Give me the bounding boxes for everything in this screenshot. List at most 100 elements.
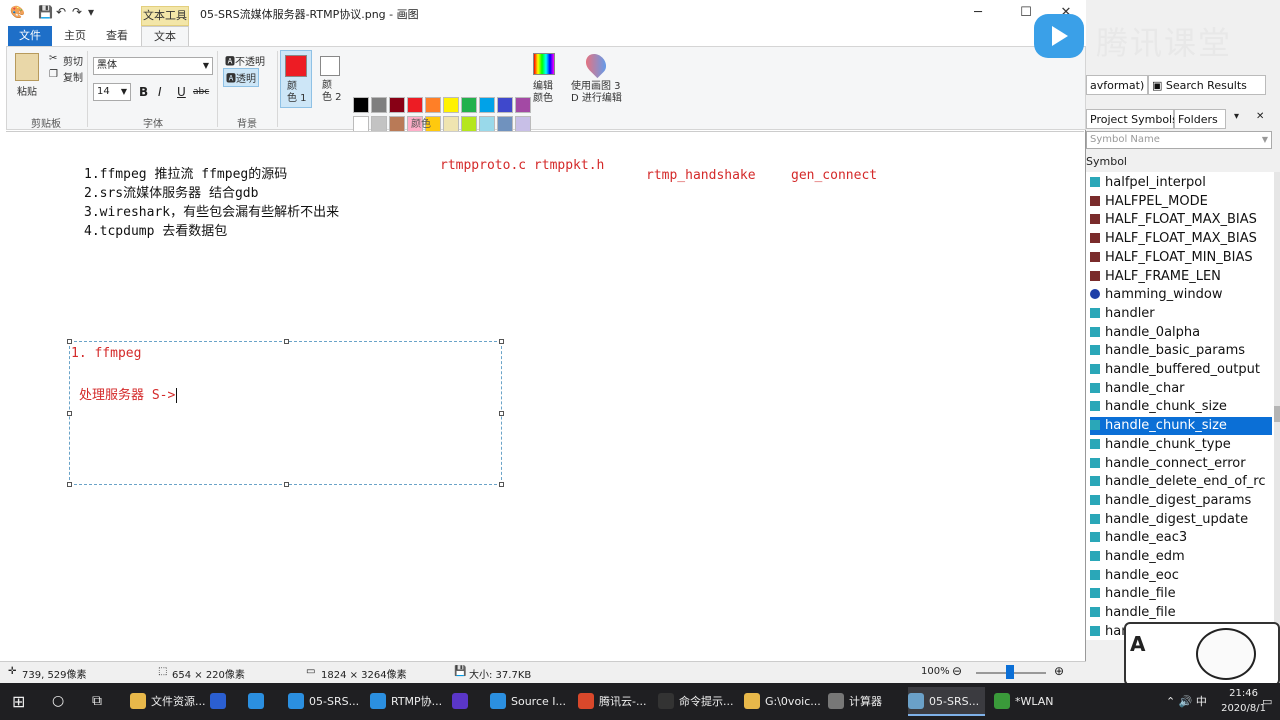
tab-folders[interactable]: Folders [1174, 109, 1226, 129]
underline-button[interactable]: U [177, 85, 186, 99]
taskbar-app[interactable]: 命令提示... [658, 687, 740, 716]
symbol-list-item[interactable]: handler [1090, 305, 1272, 323]
taskbar-app[interactable]: 文件资源... [130, 687, 212, 716]
resize-handle[interactable] [499, 482, 504, 487]
palette-swatch[interactable] [353, 97, 369, 113]
tab-home[interactable]: 主页 [56, 26, 94, 46]
transparent-option[interactable]: 🅰透明 [223, 68, 259, 87]
paste-button[interactable]: 粘贴 [17, 83, 37, 98]
symbol-list-item[interactable]: HALF_FRAME_LEN [1090, 268, 1272, 286]
palette-swatch[interactable] [515, 116, 531, 132]
resize-handle[interactable] [67, 411, 72, 416]
symbol-scrollbar[interactable] [1274, 172, 1280, 640]
palette-swatch[interactable] [479, 116, 495, 132]
palette-swatch[interactable] [497, 97, 513, 113]
palette-swatch[interactable] [497, 116, 513, 132]
opaque-option[interactable]: 🅰不透明 [223, 52, 267, 69]
taskbar-app[interactable] [248, 687, 275, 716]
symbol-list-item[interactable]: handle_chunk_type [1090, 436, 1272, 454]
taskbar-app[interactable]: 05-SRS... [908, 687, 986, 716]
start-button[interactable]: ⊞ [12, 687, 25, 716]
paint3d-icon[interactable] [581, 49, 611, 79]
resize-handle[interactable] [499, 411, 504, 416]
color2-button[interactable]: 颜 色 2 [316, 50, 348, 108]
symbol-list-item[interactable]: halfpel_interpol [1090, 174, 1272, 192]
cut-icon[interactable]: ✂ [49, 53, 57, 64]
edit-colors-icon[interactable] [533, 53, 555, 75]
customize-toolbar-icon[interactable]: ▾ [88, 5, 94, 19]
task-view-icon[interactable]: ⧉ [92, 687, 102, 716]
palette-swatch[interactable] [461, 97, 477, 113]
taskbar-app[interactable]: 腾讯云-... [578, 687, 652, 716]
edit-colors-button[interactable]: 编辑 颜色 [533, 81, 553, 105]
taskbar-app[interactable] [210, 687, 237, 716]
symbol-list-item[interactable]: handle_digest_update [1090, 511, 1272, 529]
tab-file[interactable]: 文件 [8, 26, 52, 46]
symbol-list-item[interactable]: HALF_FLOAT_MAX_BIAS [1090, 211, 1272, 229]
palette-swatch[interactable] [515, 97, 531, 113]
bold-button[interactable]: B [139, 85, 148, 99]
symbol-list-item[interactable]: handle_file [1090, 585, 1272, 603]
copy-icon[interactable]: ❐ [49, 69, 58, 80]
palette-swatch[interactable] [389, 116, 405, 132]
symbol-list-item[interactable]: handle_chunk_size [1090, 398, 1272, 416]
resize-handle[interactable] [284, 339, 289, 344]
font-family-select[interactable]: 黑体 ▼ [93, 57, 213, 75]
clock[interactable]: 21:46 2020/8/1 [1221, 686, 1266, 716]
taskbar-app[interactable]: RTMP协... [370, 687, 448, 716]
cut-button[interactable]: 剪切 [63, 53, 83, 68]
tab-search-results[interactable]: ▣ Search Results [1148, 75, 1266, 95]
zoom-in-button[interactable]: ⊕ [1054, 664, 1064, 678]
symbol-list-item[interactable]: handle_edm [1090, 548, 1272, 566]
tab-text[interactable]: 文本 [141, 26, 189, 46]
palette-swatch[interactable] [389, 97, 405, 113]
palette-swatch[interactable] [371, 97, 387, 113]
symbol-list-item[interactable]: handle_char [1090, 380, 1272, 398]
taskbar-app[interactable]: 05-SRS... [288, 687, 365, 716]
panel-close-icon[interactable]: ✕ [1256, 111, 1264, 122]
taskbar-app[interactable]: *WLAN [994, 687, 1060, 716]
text-edit-box[interactable]: 1. ffmpeg 处理服务器 S-> [67, 339, 504, 487]
resize-handle[interactable] [499, 339, 504, 344]
zoom-out-button[interactable]: ⊖ [952, 664, 962, 678]
paste-icon[interactable] [15, 53, 39, 81]
symbol-list-item[interactable]: handle_eac3 [1090, 529, 1272, 547]
copy-button[interactable]: 复制 [63, 69, 83, 84]
symbol-list-item[interactable]: handle_digest_params [1090, 492, 1272, 510]
taskbar-app[interactable] [452, 687, 479, 716]
palette-swatch[interactable] [407, 97, 423, 113]
symbol-list-item[interactable]: handle_file [1090, 604, 1272, 622]
minimize-button[interactable]: ─ [964, 3, 992, 23]
panel-menu-icon[interactable]: ▾ [1234, 111, 1239, 122]
taskbar-app[interactable]: G:\0voic... [744, 687, 827, 716]
strikethrough-button[interactable]: abc [193, 87, 209, 97]
symbol-list-item[interactable]: handle_delete_end_of_rc [1090, 473, 1272, 491]
redo-icon[interactable]: ↷ [72, 5, 82, 19]
notification-icon[interactable]: ▭ [1262, 687, 1272, 716]
taskbar-app[interactable]: 计算器 [828, 687, 888, 716]
taskbar-app[interactable]: Source I... [490, 687, 572, 716]
search-icon[interactable]: ○ [52, 687, 64, 716]
symbol-name-input[interactable]: Symbol Name ▼ [1086, 131, 1272, 149]
paint3d-button[interactable]: 使用画图 3 D 进行编辑 [571, 81, 622, 105]
tab-avformat[interactable]: avformat) [1086, 75, 1149, 95]
symbol-list-item[interactable]: HALF_FLOAT_MAX_BIAS [1090, 230, 1272, 248]
symbol-list-item[interactable]: HALF_FLOAT_MIN_BIAS [1090, 249, 1272, 267]
symbol-list-item[interactable]: handle_chunk_size [1090, 417, 1272, 436]
palette-swatch[interactable] [443, 97, 459, 113]
palette-swatch[interactable] [479, 97, 495, 113]
zoom-slider-thumb[interactable] [1006, 665, 1014, 679]
symbol-list-item[interactable]: hamming_window [1090, 286, 1272, 304]
symbol-list-item[interactable]: handle_basic_params [1090, 342, 1272, 360]
system-tray-icon[interactable]: ⌃ 🔊 中 [1166, 687, 1207, 716]
italic-button[interactable]: I [158, 85, 162, 99]
symbol-scrollbar-thumb[interactable] [1274, 406, 1280, 422]
tab-project-symbols[interactable]: Project Symbols ✕ [1086, 109, 1191, 129]
font-size-select[interactable]: 14 ▼ [93, 83, 131, 101]
symbol-list-item[interactable]: HALFPEL_MODE [1090, 193, 1272, 211]
palette-swatch[interactable] [461, 116, 477, 132]
resize-handle[interactable] [284, 482, 289, 487]
resize-handle[interactable] [67, 339, 72, 344]
palette-swatch[interactable] [443, 116, 459, 132]
palette-swatch[interactable] [371, 116, 387, 132]
